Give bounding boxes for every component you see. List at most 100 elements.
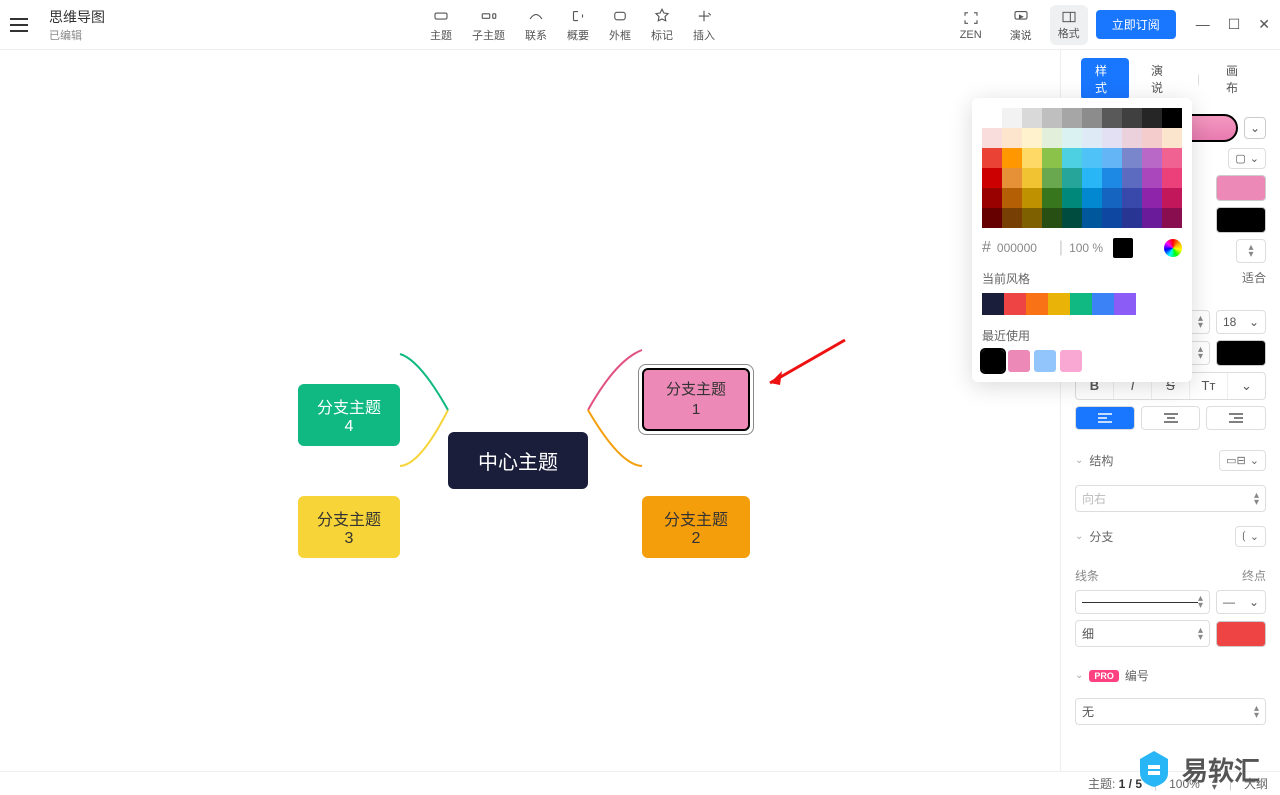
- color-swatch[interactable]: [1142, 108, 1162, 128]
- section-number[interactable]: ⌄PRO编号: [1061, 659, 1280, 692]
- color-swatch[interactable]: [1082, 168, 1102, 188]
- structure-type[interactable]: ▭⊟⌄: [1219, 450, 1266, 471]
- topic-button[interactable]: 主题: [420, 3, 462, 47]
- color-swatch[interactable]: [982, 108, 1002, 128]
- shape-dropdown[interactable]: ⌄: [1244, 117, 1266, 139]
- color-swatch[interactable]: [1062, 108, 1082, 128]
- color-swatch[interactable]: [1082, 108, 1102, 128]
- color-swatch[interactable]: [1042, 168, 1062, 188]
- color-swatch[interactable]: [1102, 148, 1122, 168]
- subtopic-button[interactable]: 子主题: [462, 3, 515, 47]
- style-swatch[interactable]: [1092, 293, 1114, 315]
- format-button[interactable]: 格式: [1050, 5, 1088, 45]
- branch-topic-3[interactable]: 分支主题 3: [298, 496, 400, 558]
- style-swatch[interactable]: [1114, 293, 1136, 315]
- color-swatch[interactable]: [982, 128, 1002, 148]
- relation-button[interactable]: 联系: [515, 3, 557, 47]
- number-select[interactable]: 无▴▾: [1075, 698, 1266, 725]
- color-swatch[interactable]: [1102, 108, 1122, 128]
- color-swatch[interactable]: [982, 208, 1002, 228]
- font-size-select[interactable]: 18⌄: [1216, 310, 1266, 334]
- color-wheel-icon[interactable]: [1164, 239, 1182, 257]
- pitch-button[interactable]: 演说: [1000, 3, 1042, 47]
- color-swatch[interactable]: [1082, 188, 1102, 208]
- color-swatch[interactable]: [1062, 188, 1082, 208]
- structure-direction[interactable]: 向右▴▾: [1075, 485, 1266, 512]
- branch-color[interactable]: [1216, 621, 1266, 647]
- color-swatch[interactable]: [1042, 128, 1062, 148]
- menu-icon[interactable]: [10, 13, 34, 37]
- color-swatch[interactable]: [1002, 168, 1022, 188]
- color-swatch[interactable]: [1042, 208, 1062, 228]
- color-swatch[interactable]: [1162, 148, 1182, 168]
- color-swatch[interactable]: [1142, 188, 1162, 208]
- color-swatch[interactable]: [982, 188, 1002, 208]
- color-swatch[interactable]: [1002, 128, 1022, 148]
- color-swatch[interactable]: [1022, 148, 1042, 168]
- color-swatch[interactable]: [982, 148, 1002, 168]
- color-swatch[interactable]: [1082, 128, 1102, 148]
- maximize-button[interactable]: ☐: [1228, 16, 1241, 33]
- color-swatch[interactable]: [1002, 108, 1022, 128]
- style-swatch[interactable]: [982, 293, 1004, 315]
- align-right[interactable]: [1206, 406, 1266, 430]
- marker-button[interactable]: 标记: [641, 3, 683, 47]
- color-swatch[interactable]: [1102, 188, 1122, 208]
- color-swatch[interactable]: [1162, 108, 1182, 128]
- color-swatch[interactable]: [1122, 148, 1142, 168]
- recent-swatch[interactable]: [1060, 350, 1082, 372]
- text-color[interactable]: [1216, 340, 1266, 366]
- color-swatch[interactable]: [1022, 188, 1042, 208]
- color-swatch[interactable]: [1002, 148, 1022, 168]
- color-swatch[interactable]: [1122, 108, 1142, 128]
- color-swatch[interactable]: [982, 168, 1002, 188]
- branch-topic-2[interactable]: 分支主题 2: [642, 496, 750, 558]
- color-swatch[interactable]: [1122, 168, 1142, 188]
- tab-pitch[interactable]: 演说: [1137, 58, 1185, 100]
- color-swatch[interactable]: [1062, 148, 1082, 168]
- border-color[interactable]: [1216, 207, 1266, 233]
- color-swatch[interactable]: [1042, 148, 1062, 168]
- color-swatch[interactable]: [1042, 188, 1062, 208]
- color-swatch[interactable]: [1062, 168, 1082, 188]
- fill-color[interactable]: [1216, 175, 1266, 201]
- color-swatch[interactable]: [1062, 208, 1082, 228]
- close-button[interactable]: ✕: [1258, 16, 1270, 33]
- hex-input[interactable]: [997, 241, 1053, 255]
- color-swatch[interactable]: [1122, 208, 1142, 228]
- more-text-button[interactable]: ⌄: [1228, 373, 1265, 399]
- style-swatch[interactable]: [1070, 293, 1092, 315]
- color-swatch[interactable]: [1022, 208, 1042, 228]
- style-swatch[interactable]: [1004, 293, 1026, 315]
- color-swatch[interactable]: [1102, 128, 1122, 148]
- tab-canvas[interactable]: 画布: [1212, 58, 1260, 100]
- recent-swatch[interactable]: [1008, 350, 1030, 372]
- center-topic[interactable]: 中心主题: [448, 432, 588, 489]
- style-swatch[interactable]: [1026, 293, 1048, 315]
- color-swatch[interactable]: [1162, 168, 1182, 188]
- color-swatch[interactable]: [1002, 208, 1022, 228]
- align-left[interactable]: [1075, 406, 1135, 430]
- color-swatch[interactable]: [1102, 168, 1122, 188]
- color-swatch[interactable]: [1142, 128, 1162, 148]
- branch-thickness[interactable]: 细▴▾: [1075, 620, 1210, 647]
- section-structure[interactable]: ⌄结构▭⊟⌄: [1061, 442, 1280, 479]
- color-swatch[interactable]: [1082, 148, 1102, 168]
- color-swatch[interactable]: [1142, 168, 1162, 188]
- opacity-value[interactable]: 100 %: [1069, 241, 1103, 255]
- color-swatch[interactable]: [1122, 128, 1142, 148]
- canvas[interactable]: 中心主题 分支主题 1 分支主题 2 分支主题 3 分支主题 4: [0, 50, 1060, 771]
- insert-button[interactable]: 插入: [683, 3, 725, 47]
- tab-style[interactable]: 样式: [1081, 58, 1129, 100]
- minimize-button[interactable]: —: [1196, 16, 1210, 33]
- color-swatch[interactable]: [1102, 208, 1122, 228]
- color-swatch[interactable]: [1062, 128, 1082, 148]
- color-swatch[interactable]: [1142, 208, 1162, 228]
- recent-swatch[interactable]: [982, 350, 1004, 372]
- color-swatch[interactable]: [1022, 128, 1042, 148]
- color-swatch[interactable]: [1022, 108, 1042, 128]
- branch-style[interactable]: ⟮⌄: [1235, 526, 1266, 547]
- color-swatch[interactable]: [1022, 168, 1042, 188]
- color-swatch[interactable]: [1162, 188, 1182, 208]
- section-branch[interactable]: ⌄分支⟮⌄: [1061, 518, 1280, 555]
